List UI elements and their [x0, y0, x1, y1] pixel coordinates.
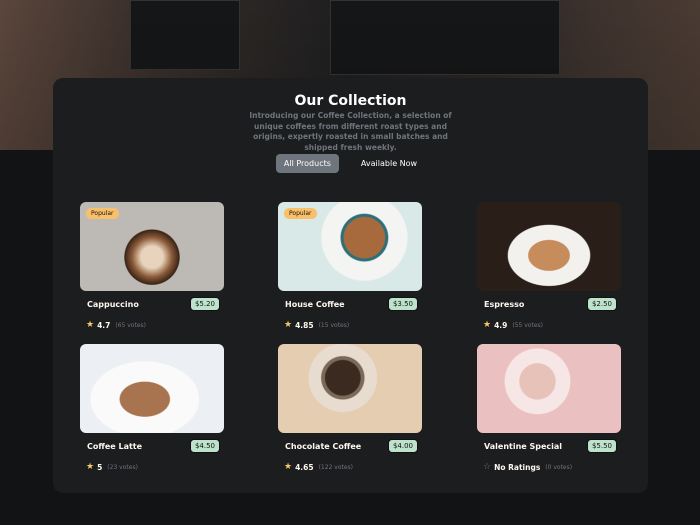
- product-image: [477, 344, 621, 433]
- rating-value: 4.85: [295, 320, 314, 330]
- vote-count: (0 votes): [545, 463, 573, 471]
- vote-count: (23 votes): [107, 463, 138, 471]
- rating-value: 5: [97, 462, 103, 472]
- product-image: [80, 344, 224, 433]
- vote-count: (122 votes): [318, 463, 354, 471]
- tab-available-now[interactable]: Available Now: [353, 154, 425, 173]
- page-title: Our Collection: [294, 93, 407, 109]
- price-badge: $2.50: [586, 297, 617, 311]
- price-badge: $5.20: [189, 297, 220, 311]
- product-name: Coffee Latte: [87, 442, 143, 451]
- vote-count: (65 votes): [115, 321, 146, 329]
- product-name: Cappuccino: [87, 300, 139, 309]
- rating: ☆ No Ratings (0 votes): [483, 462, 572, 472]
- product-card[interactable]: Chocolate Coffee $4.00 ★ 4.65 (122 votes…: [278, 344, 422, 472]
- product-image: [477, 202, 621, 291]
- vote-count: (15 votes): [318, 321, 350, 329]
- rating: ★ 4.65 (122 votes): [284, 462, 353, 472]
- product-card[interactable]: Popular House Coffee $3.50 ★ 4.85 (15 vo…: [278, 202, 422, 330]
- rating-value: 4.9: [494, 320, 508, 330]
- product-image: Popular: [80, 202, 224, 291]
- star-icon: ★: [284, 320, 293, 330]
- popular-badge: Popular: [86, 208, 119, 219]
- product-card[interactable]: Espresso $2.50 ★ 4.9 (55 votes): [477, 202, 621, 330]
- product-image: [278, 344, 422, 433]
- rating-value: No Ratings: [494, 462, 541, 472]
- popular-badge: Popular: [284, 208, 317, 219]
- price-badge: $5.50: [586, 439, 617, 453]
- star-icon: ★: [86, 320, 95, 330]
- price-badge: $3.50: [387, 297, 418, 311]
- rating: ★ 4.9 (55 votes): [483, 320, 543, 330]
- product-name: Valentine Special: [484, 442, 563, 451]
- product-card[interactable]: Valentine Special $5.50 ☆ No Ratings (0 …: [477, 344, 621, 472]
- price-badge: $4.00: [387, 439, 418, 453]
- price-badge: $4.50: [189, 439, 220, 453]
- tab-all-products[interactable]: All Products: [275, 154, 339, 173]
- star-icon: ★: [86, 462, 95, 472]
- page-description: Introducing our Coffee Collection, a sel…: [249, 111, 452, 152]
- star-outline-icon: ☆: [483, 462, 492, 472]
- product-card[interactable]: Popular Cappuccino $5.20 ★ 4.7 (65 votes…: [80, 202, 224, 330]
- product-card[interactable]: Coffee Latte $4.50 ★ 5 (23 votes): [80, 344, 224, 472]
- rating: ★ 4.85 (15 votes): [284, 320, 349, 330]
- rating-value: 4.65: [295, 462, 314, 472]
- rating-value: 4.7: [97, 320, 111, 330]
- star-icon: ★: [483, 320, 492, 330]
- vote-count: (55 votes): [512, 321, 543, 329]
- menu-board: [330, 0, 560, 75]
- product-name: Espresso: [484, 300, 525, 309]
- product-name: House Coffee: [285, 300, 345, 309]
- filter-tabs: All Products Available Now: [53, 154, 648, 173]
- product-name: Chocolate Coffee: [285, 442, 362, 451]
- rating: ★ 5 (23 votes): [86, 462, 138, 472]
- menu-board: [130, 0, 240, 70]
- star-icon: ★: [284, 462, 293, 472]
- product-image: Popular: [278, 202, 422, 291]
- rating: ★ 4.7 (65 votes): [86, 320, 146, 330]
